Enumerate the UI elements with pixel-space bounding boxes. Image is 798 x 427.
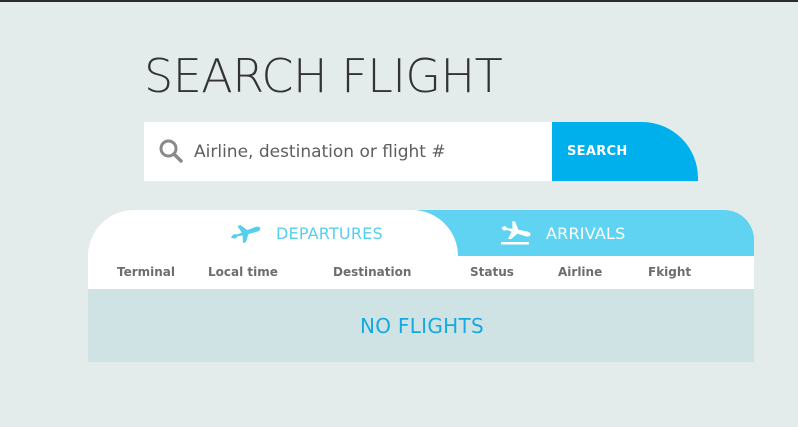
- column-header-local-time: Local time: [208, 265, 278, 279]
- column-header-terminal: Terminal: [117, 265, 176, 279]
- column-header-airline: Airline: [558, 265, 603, 279]
- page-title: SEARCH FLIGHT: [144, 49, 503, 103]
- search-box: [144, 122, 552, 181]
- search-icon: [159, 139, 183, 163]
- top-border: [0, 0, 798, 2]
- tab-departures[interactable]: DEPARTURES: [88, 210, 458, 256]
- column-header-status: Status: [470, 265, 514, 279]
- tab-arrivals[interactable]: ARRIVALS: [418, 210, 754, 256]
- flight-tabs: DEPARTURES ARRIVALS: [88, 210, 754, 256]
- column-header-flight: Fkight: [648, 265, 692, 279]
- search-input[interactable]: [194, 122, 534, 181]
- search-button[interactable]: SEARCH: [552, 122, 698, 181]
- tab-arrivals-label: ARRIVALS: [546, 223, 626, 243]
- tab-departures-label: DEPARTURES: [276, 223, 383, 243]
- no-flights-message: NO FLIGHTS: [359, 313, 485, 338]
- plane-arrival-icon: [501, 221, 531, 245]
- column-header-destination: Destination: [333, 265, 412, 279]
- plane-departure-icon: [230, 225, 261, 244]
- flight-table-header: Terminal Local time Destination Status A…: [88, 256, 754, 289]
- flight-table-body: NO FLIGHTS: [88, 289, 754, 362]
